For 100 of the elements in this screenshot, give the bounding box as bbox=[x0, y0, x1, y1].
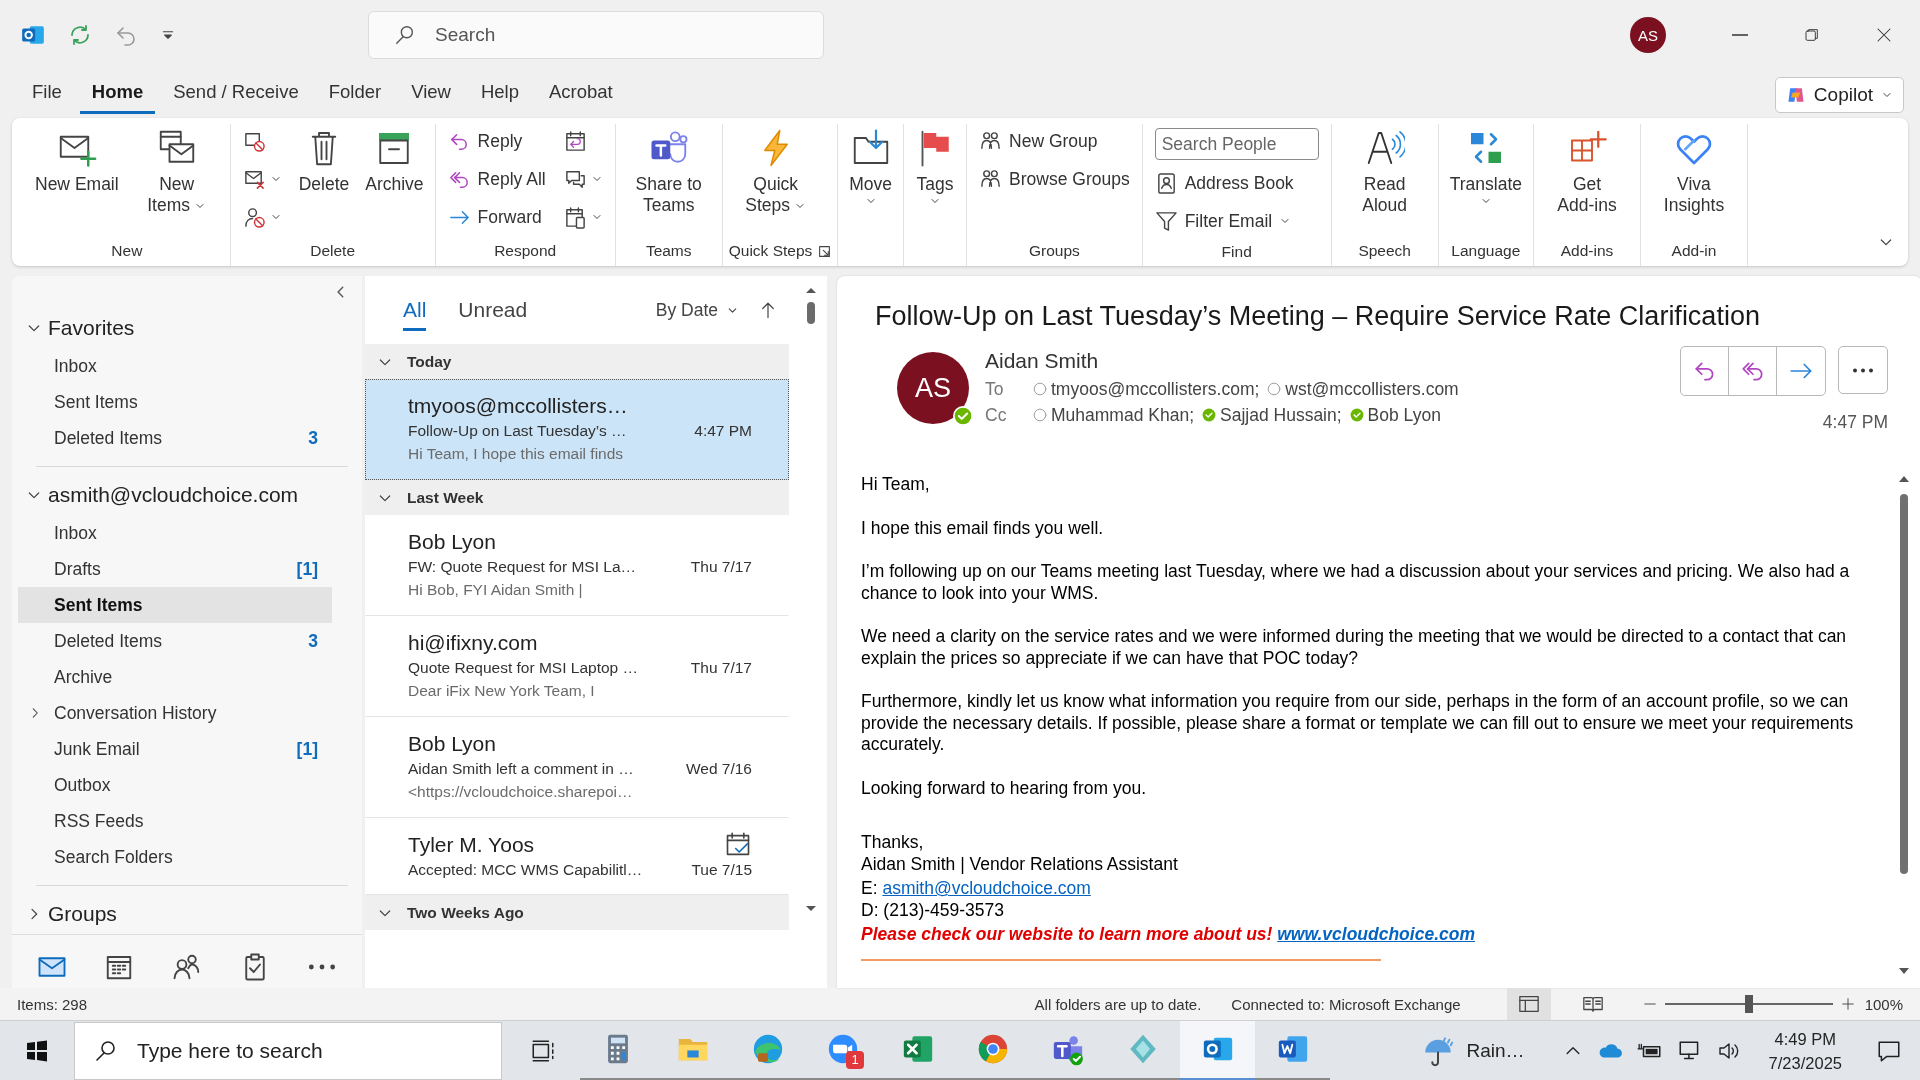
filter-tab[interactable]: Unread bbox=[458, 289, 528, 331]
forward-button[interactable]: Forward bbox=[441, 200, 552, 234]
section-header[interactable]: asmith@vcloudchoice.com bbox=[48, 483, 299, 507]
group-label: Speech bbox=[1358, 242, 1411, 260]
new-email-button[interactable]: New Email bbox=[30, 124, 124, 200]
copilot-button[interactable]: Copilot bbox=[1774, 77, 1904, 113]
folder-name: Deleted Items bbox=[54, 427, 162, 449]
sync-status: All folders are up to date. bbox=[1034, 995, 1202, 1013]
message-sender: tmyoos@mccollisters… bbox=[408, 393, 629, 419]
taskbar-app-button[interactable]: 1 bbox=[805, 1020, 880, 1080]
message-preview: Dear iFix New York Team, I bbox=[408, 681, 596, 701]
zoom-slider-thumb[interactable] bbox=[1744, 995, 1753, 1013]
recipient-name[interactable]: wst@mccollisters.com bbox=[1285, 376, 1459, 402]
message-item[interactable]: Bob Lyon FW: Quote Request for MSI La… Thu 7/17 Hi Bob, FYI Aidan Smith | bbox=[365, 515, 789, 616]
folder-item[interactable]: Archive bbox=[18, 659, 332, 695]
task-view-icon bbox=[530, 1037, 556, 1064]
get-add-ins-button[interactable]: Get Add-ins bbox=[1540, 124, 1634, 221]
section-header[interactable]: Groups bbox=[48, 902, 117, 926]
folder-item[interactable]: Deleted Items 3 bbox=[18, 420, 332, 456]
message-item[interactable]: hi@ifixny.com Quote Request for MSI Laptop … Thu 7/17 Dear iFix New York Team, I bbox=[365, 616, 789, 717]
filter-tab[interactable]: All bbox=[403, 289, 427, 331]
search-people-field[interactable]: Search People bbox=[1154, 128, 1319, 160]
recipient-name[interactable]: Sajjad Hussain; bbox=[1220, 402, 1342, 428]
folder-item[interactable]: Sent Items bbox=[18, 384, 332, 420]
account-avatar[interactable]: AS bbox=[1630, 17, 1666, 53]
folder-item[interactable]: Outbox bbox=[18, 767, 332, 803]
folder-name: Sent Items bbox=[54, 391, 138, 413]
dialog-launcher-icon[interactable] bbox=[818, 244, 832, 258]
tags-button[interactable]: Tags bbox=[910, 124, 961, 212]
message-subject: FW: Quote Request for MSI La… bbox=[408, 557, 637, 577]
menu-tab[interactable]: Folder bbox=[316, 74, 394, 114]
message-item[interactable]: tmyoos@mccollisters… Follow-Up on Last Tuesday’s … 4:47 PM Hi Team, I hope this email finds bbox=[365, 379, 789, 480]
group-header[interactable]: Two Weeks Ago bbox=[407, 903, 524, 922]
folder-item[interactable]: Junk Email [1] bbox=[18, 731, 332, 767]
reply-all-button[interactable]: Reply All bbox=[441, 162, 552, 196]
quick-steps-button[interactable]: Quick Steps bbox=[728, 124, 823, 221]
calendar-reply-icon bbox=[563, 129, 587, 153]
restore-icon bbox=[1804, 27, 1820, 43]
folder-item[interactable]: Deleted Items 3 bbox=[18, 623, 332, 659]
reply-button[interactable]: Reply bbox=[441, 124, 552, 158]
share-to-teams-button[interactable]: Share to Teams bbox=[621, 124, 716, 221]
folder-item[interactable]: Sent Items bbox=[18, 587, 332, 623]
website-link[interactable]: www.vcloudchoice.com bbox=[1277, 924, 1475, 944]
read-aloud-button[interactable]: Read Aloud bbox=[1337, 124, 1432, 221]
clock-date[interactable]: 7/23/2025 bbox=[1768, 1050, 1842, 1075]
browse-groups-button[interactable]: Browse Groups bbox=[973, 162, 1136, 196]
move-button[interactable]: Move bbox=[844, 124, 898, 212]
menu-tab[interactable]: Home bbox=[79, 74, 156, 114]
archive-button[interactable]: Archive bbox=[360, 124, 429, 200]
message-sender: Bob Lyon bbox=[408, 529, 497, 555]
search-field[interactable]: Search bbox=[368, 11, 824, 59]
unread-count: 3 bbox=[308, 630, 318, 652]
menu-tab[interactable]: Acrobat bbox=[536, 74, 625, 114]
recipient-name[interactable]: Bob Lyon bbox=[1367, 402, 1441, 428]
menu-tab[interactable]: View bbox=[399, 74, 463, 114]
message-item[interactable]: Bob Lyon Aidan Smith left a comment in … Wed 7/16 <https://vcloudchoice.sharepoi… bbox=[365, 717, 789, 818]
folder-item[interactable]: Inbox bbox=[18, 515, 332, 551]
message-sender: hi@ifixny.com bbox=[408, 630, 539, 656]
recipient-label: To bbox=[985, 378, 1005, 401]
viva-insights-button[interactable]: Viva Insights bbox=[1647, 124, 1741, 221]
menu-tab[interactable]: Send / Receive bbox=[161, 74, 311, 114]
folder-item[interactable]: Drafts [1] bbox=[18, 551, 332, 587]
normal-view-icon bbox=[1517, 993, 1540, 1015]
delete-button[interactable]: Delete bbox=[293, 124, 355, 200]
new-items-button[interactable]: New Items bbox=[129, 124, 224, 221]
view-button[interactable] bbox=[1506, 988, 1551, 1020]
folder-name: Sent Items bbox=[54, 594, 143, 616]
section-header[interactable]: Favorites bbox=[48, 316, 135, 340]
address-book-button[interactable]: Address Book bbox=[1148, 166, 1325, 200]
more-icon bbox=[308, 963, 337, 970]
message-time: 4:47 PM bbox=[694, 421, 752, 441]
sync-icon[interactable] bbox=[68, 23, 92, 47]
sender-name[interactable]: Aidan Smith bbox=[985, 346, 1459, 376]
email-link[interactable]: asmith@vcloudchoice.com bbox=[882, 878, 1091, 898]
signature-line: D: (213)-459-3573 bbox=[861, 899, 1005, 921]
folder-item[interactable]: Search Folders bbox=[18, 839, 332, 875]
menu-tab[interactable]: Help bbox=[468, 74, 531, 114]
funnel-icon bbox=[1154, 209, 1178, 233]
folder-name: Deleted Items bbox=[54, 630, 162, 652]
weather-button[interactable]: Rain… bbox=[1412, 1033, 1533, 1068]
folder-name: Archive bbox=[54, 666, 113, 688]
menu-tab[interactable]: File bbox=[20, 74, 74, 114]
taskbar-search-field[interactable]: Type here to search bbox=[74, 1021, 502, 1080]
new-group-button[interactable]: New Group bbox=[973, 124, 1136, 158]
recipient-name[interactable]: Muhammad Khan; bbox=[1051, 402, 1194, 428]
minimize-icon bbox=[1732, 34, 1748, 36]
windows-logo-icon bbox=[25, 1038, 49, 1063]
group-header[interactable]: Today bbox=[407, 352, 452, 371]
clock-time[interactable]: 4:49 PM bbox=[1774, 1026, 1836, 1051]
taskbar-app-button[interactable] bbox=[1180, 1020, 1255, 1080]
group-header[interactable]: Last Week bbox=[407, 488, 484, 507]
sort-button[interactable]: By Date bbox=[655, 299, 739, 321]
translate-button[interactable]: Translate bbox=[1444, 124, 1527, 212]
folder-item[interactable]: Conversation History bbox=[18, 695, 332, 731]
filter-email-button[interactable]: Filter Email bbox=[1148, 204, 1325, 238]
recipient-name[interactable]: tmyoos@mccollisters.com; bbox=[1051, 376, 1260, 402]
signature-line: Aidan Smith | Vendor Relations Assistant bbox=[861, 853, 1179, 875]
folder-item[interactable]: RSS Feeds bbox=[18, 803, 332, 839]
message-time: Wed 7/16 bbox=[685, 759, 752, 779]
folder-item[interactable]: Inbox bbox=[18, 348, 332, 384]
